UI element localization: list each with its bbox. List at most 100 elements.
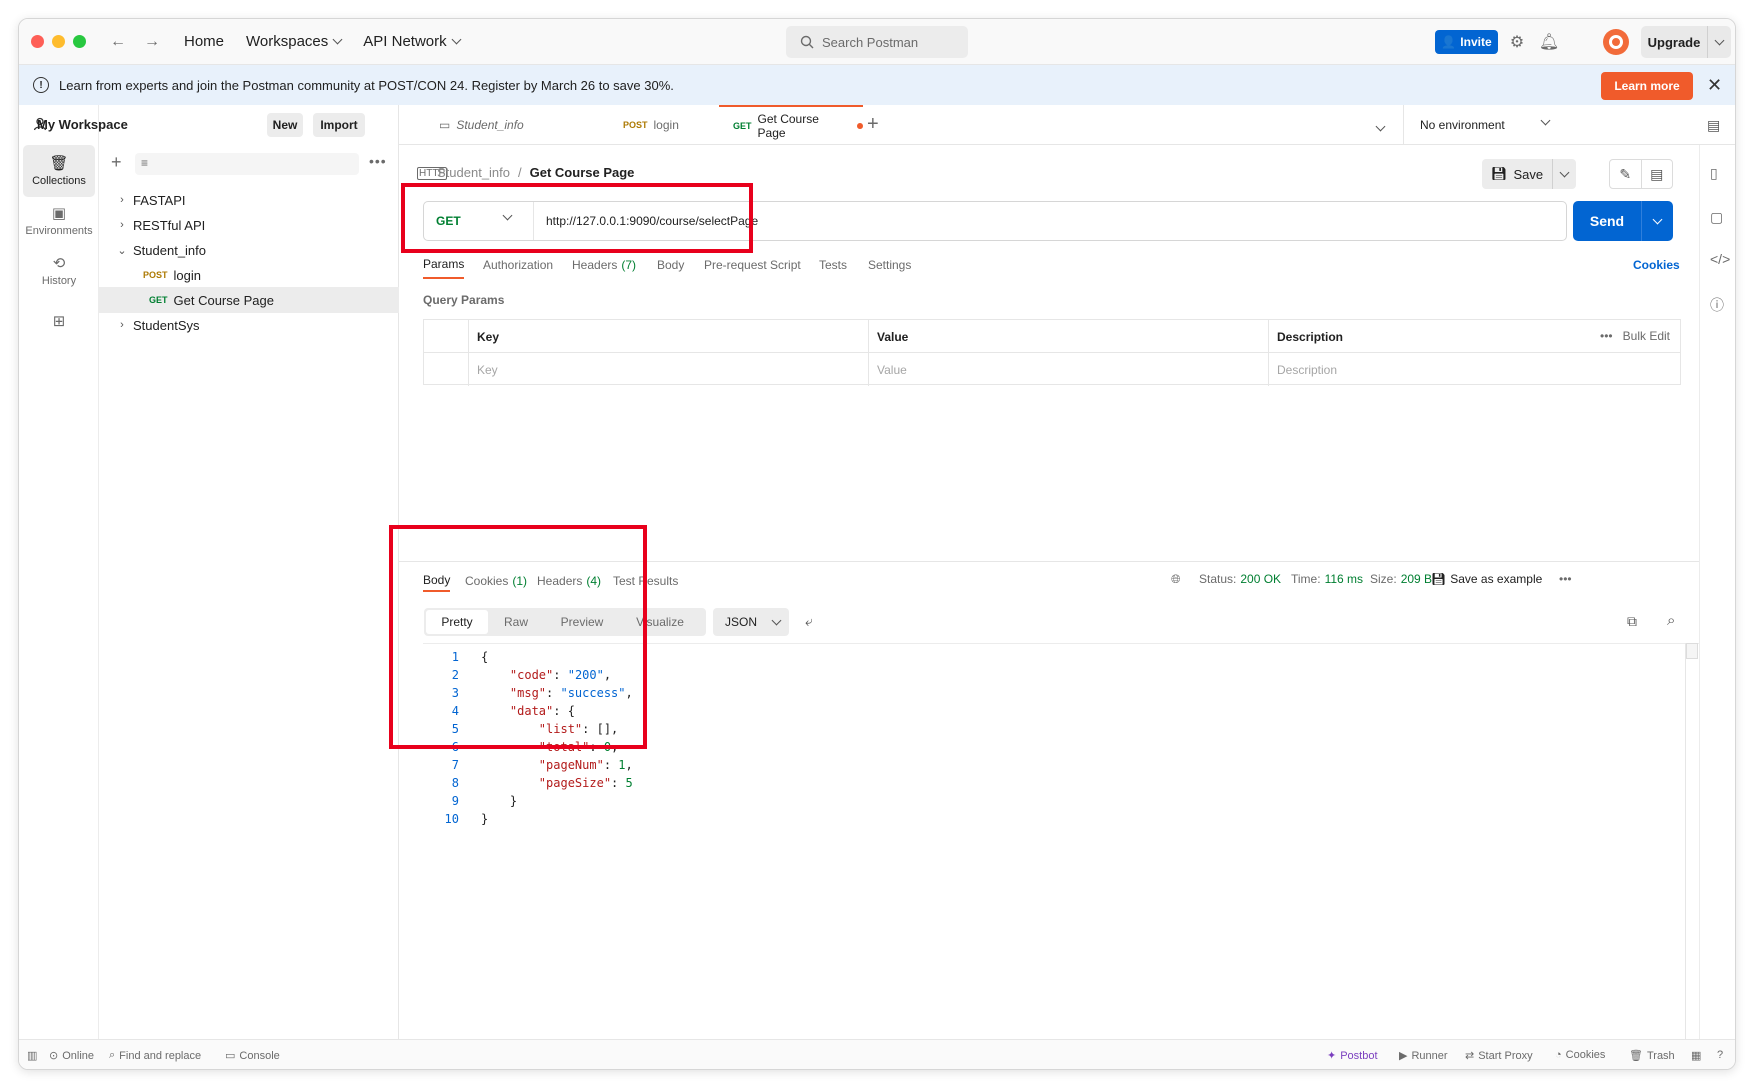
globe-icon[interactable]: 🌐︎ [1171,572,1181,587]
layout-icon[interactable]: ▦ [1691,1049,1701,1062]
trash-icon: 🗑︎ [1629,1050,1643,1062]
save-dropdown[interactable] [1553,167,1576,177]
nav-workspaces[interactable]: Workspaces [246,33,343,50]
search-input[interactable]: Search Postman [786,26,968,58]
comment-icon[interactable]: ▤ [1642,160,1673,188]
collection-restful-api[interactable]: › RESTful API [99,212,399,238]
start-proxy-button[interactable]: ⇄ Start Proxy [1465,1049,1533,1063]
postbot-icon: ✦ [1327,1050,1337,1062]
table-header-row: Key Value Description ••• Bulk Edit [424,320,1680,353]
pencil-edit-icon[interactable]: ✎ [1610,160,1642,188]
collection-fastapi[interactable]: › FASTAPI [99,187,399,213]
tab-get-course-page[interactable]: GET Get Course Page [719,105,863,145]
editor-scrollbar[interactable] [1685,643,1698,1051]
cookies-button[interactable]: ◔ Cookies [1555,1049,1605,1061]
rail-environments[interactable]: ▣ Environments [23,195,95,247]
rail-add-apps[interactable]: ⊞ [23,295,95,347]
collection-student-info[interactable]: ⌄ Student_info [99,237,399,263]
back-arrow-icon[interactable]: ← [110,33,126,51]
wrap-lines-icon[interactable]: ⤶ [805,613,813,630]
tab-body[interactable]: Body [657,251,684,279]
postbot-button[interactable]: ✦ Postbot [1327,1049,1378,1063]
comments-icon[interactable]: ▢ [1710,209,1723,226]
chevron-right-icon: › [120,219,124,231]
tab-headers[interactable]: Headers (7) [572,251,636,279]
tab-pre-request-script[interactable]: Pre-request Script [704,251,801,279]
tab-settings[interactable]: Settings [868,251,911,279]
request-name[interactable]: Get Course Page [530,165,635,180]
forward-arrow-icon[interactable]: → [144,33,160,51]
collection-icon: ▭ [439,118,451,132]
copy-icon[interactable]: ⧉ [1627,613,1637,630]
workspace-title[interactable]: My Workspace [37,117,128,132]
import-button[interactable]: Import [313,113,365,137]
rail-collections[interactable]: 🗑︎ Collections [23,145,95,197]
avatar[interactable] [1603,29,1629,55]
tab-authorization[interactable]: Authorization [483,251,553,279]
chevron-down-icon [1652,214,1663,224]
description-input[interactable]: Description [1268,353,1680,386]
runner-button[interactable]: ▶ Runner [1399,1049,1448,1063]
collection-studentsys[interactable]: › StudentSys [99,312,399,338]
request-tabs-bar: ▭ Student_info POST login GET Get Course… [399,105,1735,145]
help-icon[interactable]: ? [1717,1049,1723,1061]
info-icon[interactable]: ⓘ [1710,295,1724,315]
breadcrumb-collection[interactable]: Student_info [437,165,510,180]
learn-more-button[interactable]: Learn more [1601,72,1693,100]
nav-home[interactable]: Home [184,33,224,50]
tab-login[interactable]: POST login [579,105,719,145]
invite-button[interactable]: 👤 Invite [1435,30,1498,54]
tabs-overflow-chevron[interactable] [1375,119,1386,133]
more-options-icon[interactable]: ••• [1600,329,1613,343]
save-button[interactable]: 💾︎ Save [1482,159,1576,189]
online-status[interactable]: ⊙ Online [49,1049,94,1063]
save-as-example-button[interactable]: 💾︎ Save as example [1431,572,1542,586]
nav-api-network[interactable]: API Network [363,33,462,50]
tab-params[interactable]: Params [423,251,465,279]
environment-quicklook-icon[interactable]: ▤ [1707,117,1720,134]
code-icon[interactable]: </> [1710,251,1730,267]
send-dropdown[interactable] [1642,214,1673,224]
annotation-box-response [389,525,647,749]
upgrade-button[interactable]: Upgrade [1641,26,1731,58]
send-button[interactable]: Send [1573,201,1673,241]
tab-student-info[interactable]: ▭ Student_info [399,105,569,145]
grid-add-icon: ⊞ [52,312,66,330]
format-select[interactable]: JSON [713,608,789,636]
filter-input[interactable]: ≡ [135,153,359,175]
more-options-icon[interactable]: ••• [369,153,387,169]
request-get-course-page[interactable]: GET Get Course Page [99,287,399,313]
notifications-bell-icon[interactable]: 🔔︎ [1539,32,1559,52]
code-line: 8 "pageSize": 5 [451,776,633,790]
cookies-link[interactable]: Cookies [1633,251,1680,279]
new-tab-plus-icon[interactable]: + [867,113,879,136]
more-options-icon[interactable]: ••• [1559,572,1572,586]
documentation-icon[interactable]: ▯ [1710,165,1718,182]
check-circle-icon: ⊙ [49,1050,59,1062]
search-icon[interactable]: ⌕ [1667,612,1675,629]
find-replace-button[interactable]: ⌕ Find and replace [109,1049,201,1062]
request-login[interactable]: POST login [99,262,399,288]
sidebar-toggle-icon[interactable]: ▥ [27,1049,37,1062]
close-icon[interactable]: ✕ [1707,75,1722,96]
code-line: 7 "pageNum": 1, [451,758,633,772]
close-window-button[interactable] [31,35,44,48]
console-button[interactable]: ▭ Console [225,1049,280,1063]
left-icon-rail: 🗑︎ Collections ▣ Environments ⟲ History … [19,105,99,1039]
sidebar-toolbar: + ≡ ••• [99,149,399,179]
tab-tests[interactable]: Tests [819,251,847,279]
rail-history[interactable]: ⟲ History [23,245,95,297]
minimize-window-button[interactable] [52,35,65,48]
upgrade-dropdown[interactable] [1708,35,1731,45]
environment-select[interactable]: No environment [1403,105,1565,145]
window-controls [31,35,86,48]
value-input[interactable]: Value [868,353,1268,386]
key-input[interactable]: Key [468,353,868,386]
trash-button[interactable]: 🗑︎ Trash [1629,1049,1675,1063]
settings-gear-icon[interactable]: ⚙ [1507,32,1527,52]
new-button[interactable]: New [267,113,303,137]
bulk-edit-link[interactable]: Bulk Edit [1623,329,1670,343]
plus-icon[interactable]: + [111,152,122,173]
unsaved-dot [857,123,863,129]
zoom-window-button[interactable] [73,35,86,48]
